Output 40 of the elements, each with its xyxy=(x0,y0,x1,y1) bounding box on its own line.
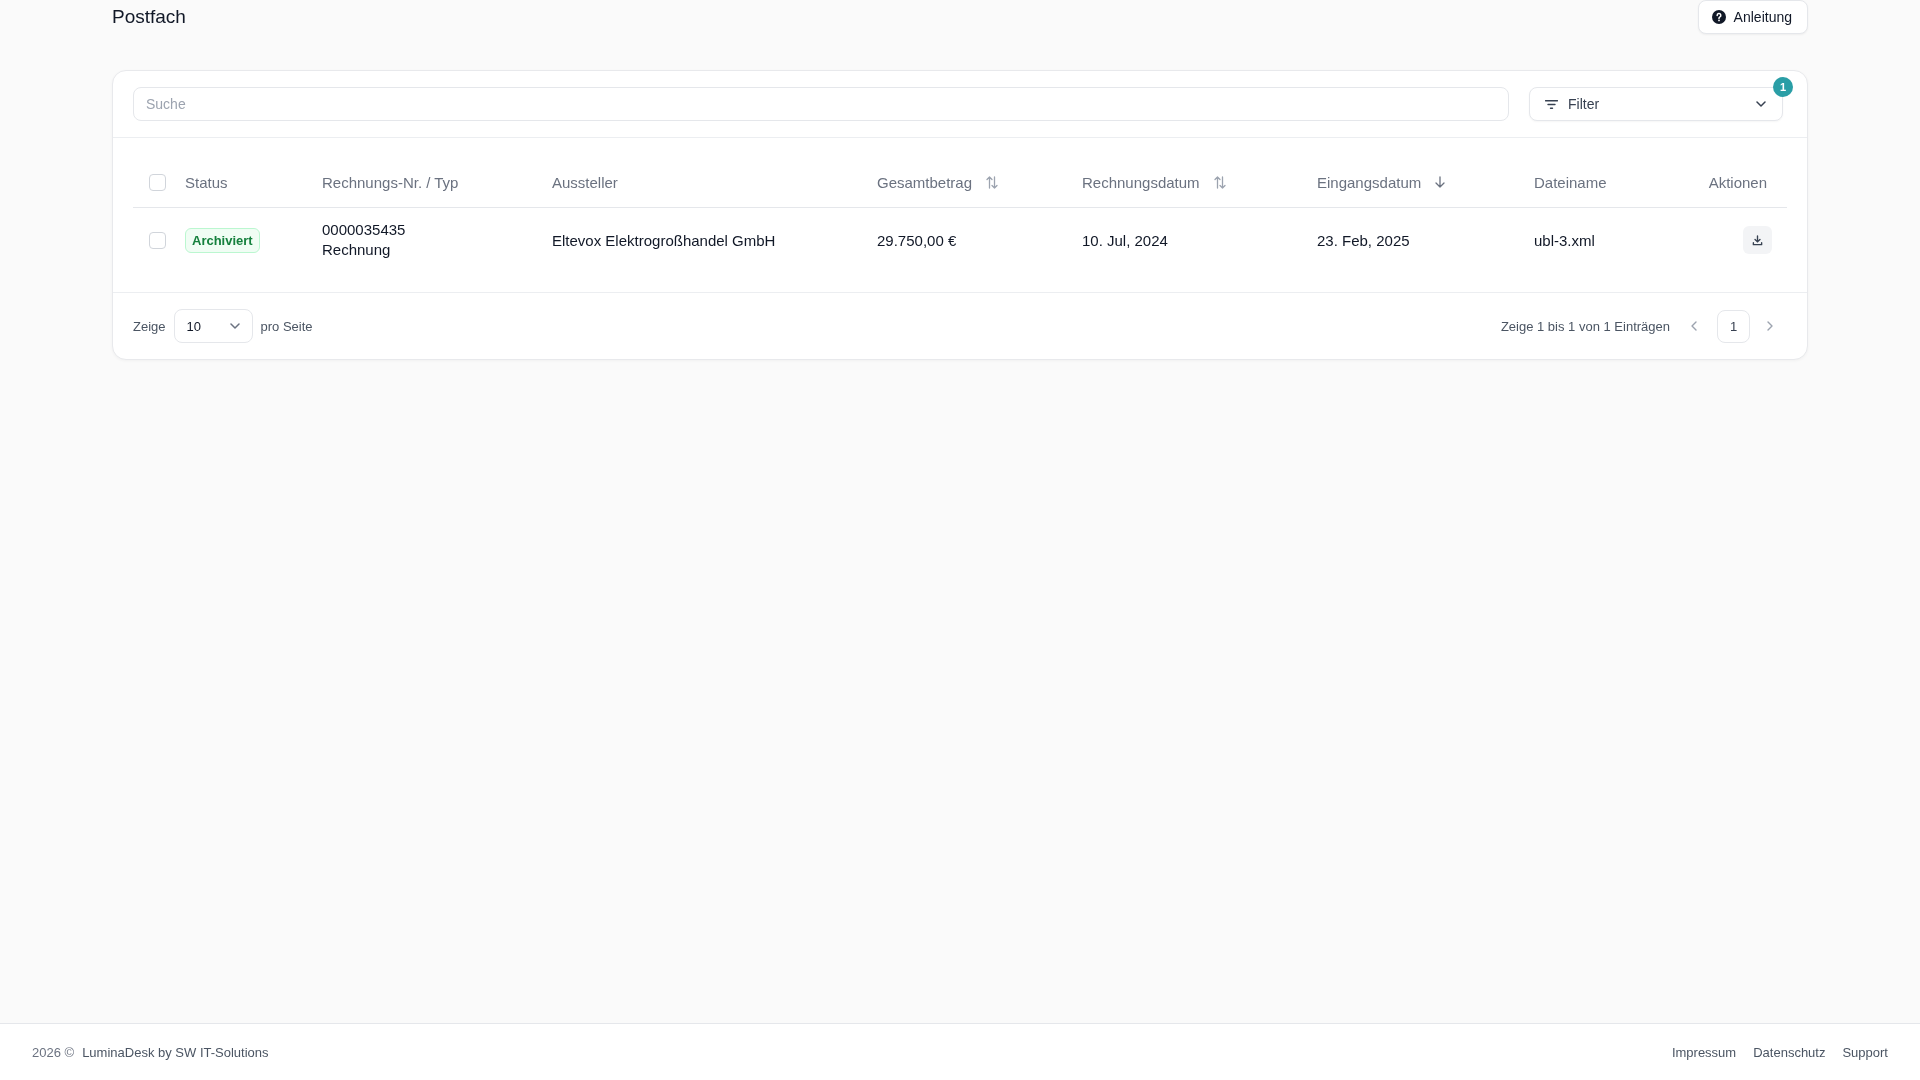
copyright-text: 2026 © xyxy=(32,1044,75,1060)
sortable-column-header[interactable]: Rechnungsdatum xyxy=(1082,173,1226,191)
status-badge: Archiviert xyxy=(185,227,260,253)
help-icon xyxy=(1711,9,1726,24)
checkbox[interactable] xyxy=(149,173,166,191)
page-button[interactable]: 1 xyxy=(1717,309,1750,343)
filter-icon xyxy=(1545,99,1558,109)
count-badge: 1 xyxy=(1773,77,1793,97)
column-header: Status xyxy=(185,173,228,191)
help-button[interactable]: Anleitung xyxy=(1697,0,1808,34)
issuer-name: Eltevox Elektrogroßhandel GmbH xyxy=(552,231,776,249)
column-header: Aussteller xyxy=(552,173,618,191)
sortable-column-header[interactable]: Eingangsdatum xyxy=(1317,173,1446,191)
chevron-down-icon xyxy=(229,323,240,329)
entries-info: Zeige 1 bis 1 von 1 Einträgen xyxy=(1500,318,1670,334)
page-title: Postfach xyxy=(112,6,186,28)
chevron-right-icon xyxy=(1767,321,1773,331)
download-button[interactable] xyxy=(1743,226,1772,254)
credit-link[interactable]: LuminaDesk by SW IT-Solutions xyxy=(82,1044,269,1060)
file-name: ubl-3.xml xyxy=(1534,231,1595,249)
invoice-type: Rechnung xyxy=(322,240,391,260)
invoice-date: 10. Jul, 2024 xyxy=(1082,231,1168,249)
column-header: Dateiname xyxy=(1534,173,1607,191)
invoice-number: 0000035435 xyxy=(322,220,406,240)
received-date: 23. Feb, 2025 xyxy=(1317,231,1410,249)
invoice-total: 29.750,00 € xyxy=(877,231,957,249)
footer-link[interactable]: Datenschutz xyxy=(1753,1044,1826,1060)
column-header: Rechnungs-Nr. / Typ xyxy=(322,173,459,191)
per-page-select[interactable]: 10 xyxy=(173,309,253,343)
footer-link[interactable]: Support xyxy=(1842,1044,1888,1060)
column-header: Aktionen xyxy=(1708,173,1768,191)
search-field[interactable]: Suche xyxy=(133,87,1509,121)
show-label: Zeige xyxy=(133,318,166,334)
sortable-column-header[interactable]: Gesamtbetrag xyxy=(877,173,999,191)
per-page-label: pro Seite xyxy=(260,318,313,334)
download-icon xyxy=(1752,234,1763,246)
chevron-left-icon xyxy=(1691,321,1697,331)
checkbox[interactable] xyxy=(149,231,166,249)
chevron-down-icon xyxy=(1756,101,1766,107)
footer-link[interactable]: Impressum xyxy=(1671,1044,1737,1060)
